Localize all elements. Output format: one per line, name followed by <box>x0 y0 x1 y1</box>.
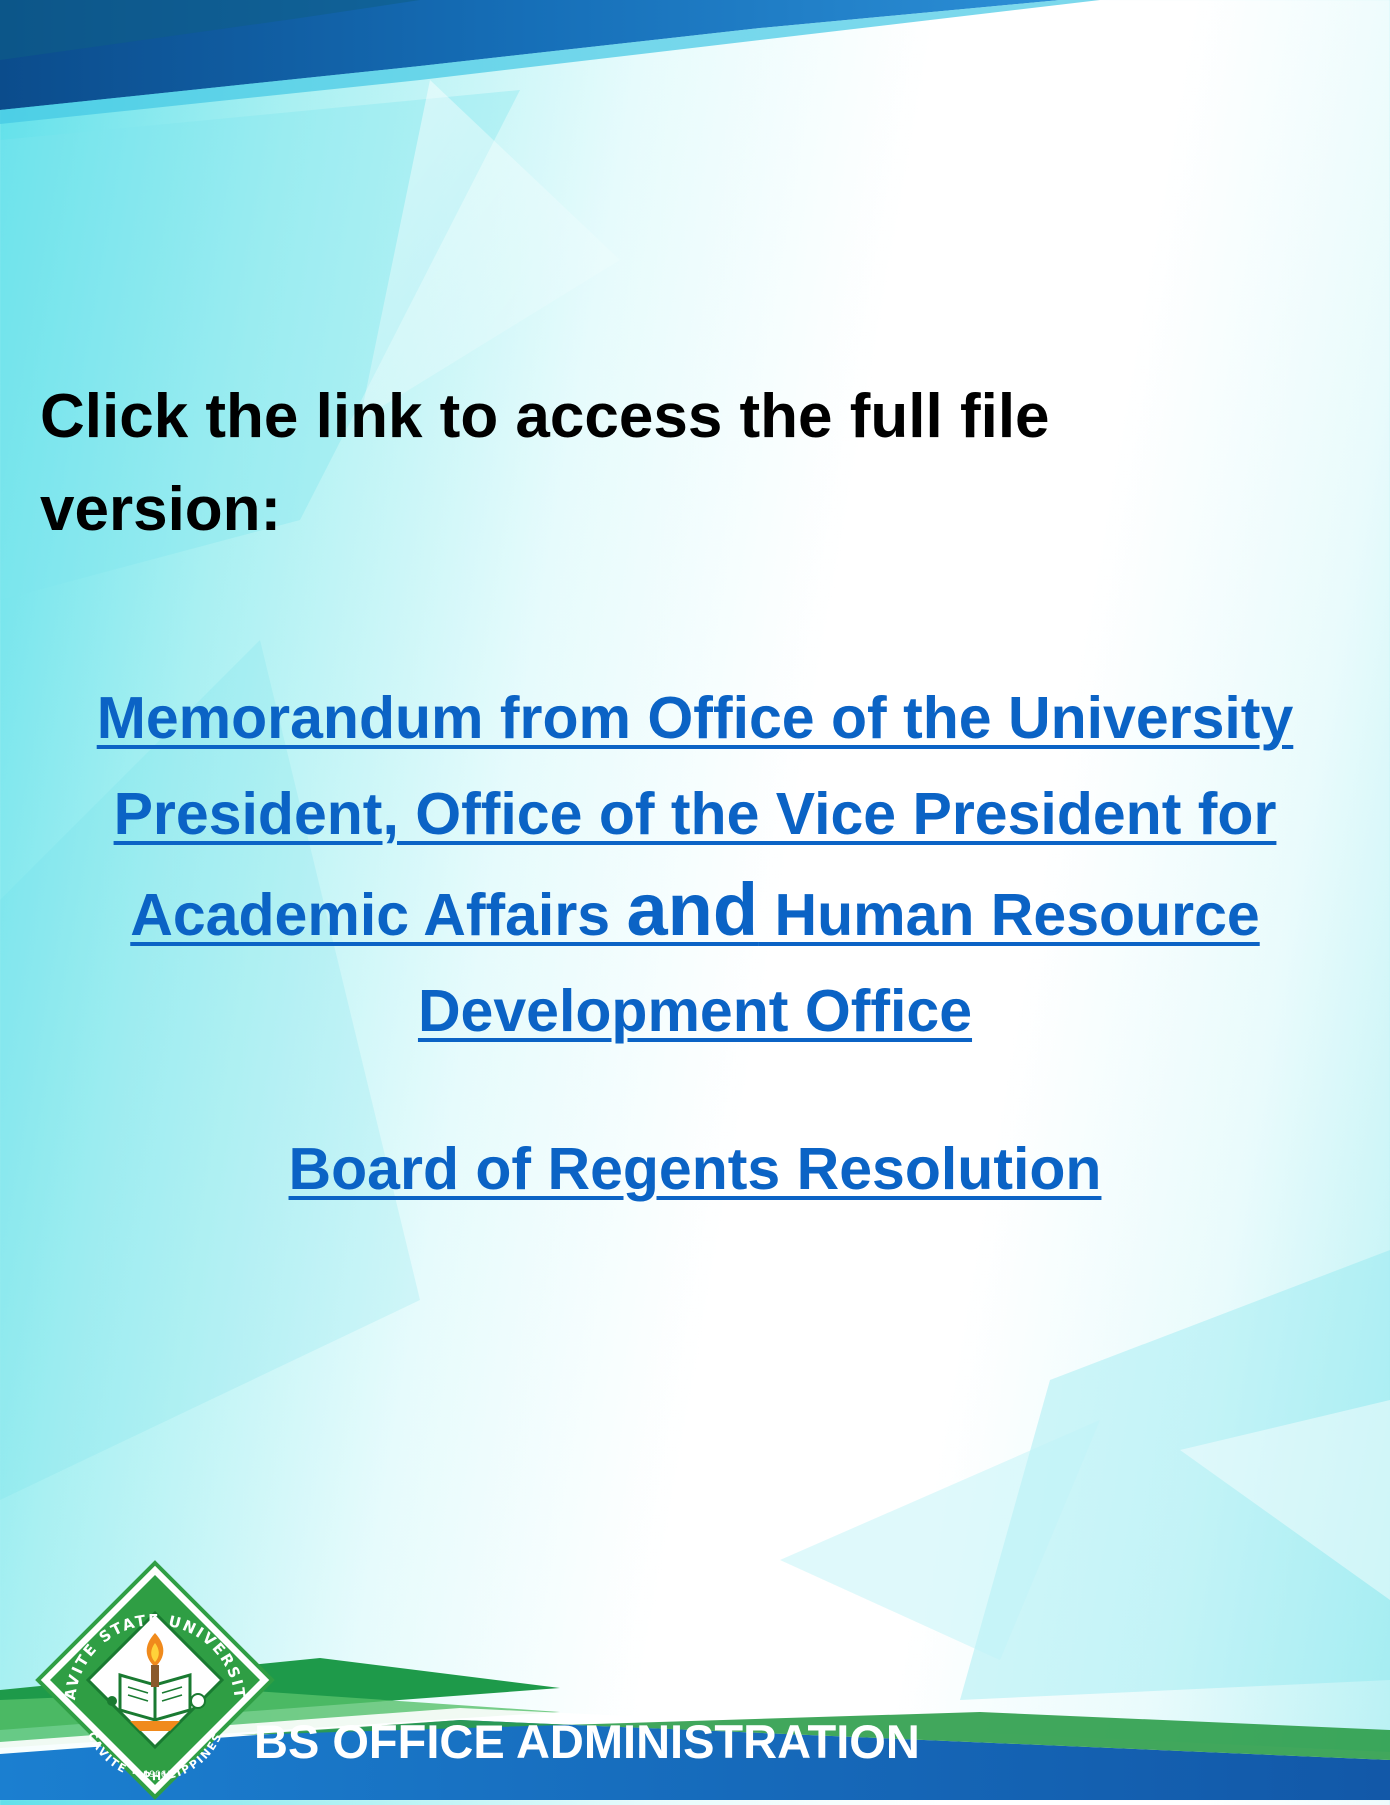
memorandum-link[interactable]: Memorandum from Office of the University… <box>40 670 1350 1059</box>
link-list: Memorandum from Office of the University… <box>40 670 1350 1217</box>
instruction-text: Click the link to access the full file v… <box>40 382 1050 544</box>
memorandum-link-and: and <box>626 868 759 951</box>
page-content: Click the link to access the full file v… <box>0 0 1390 1800</box>
program-title: BS OFFICE ADMINISTRATION <box>254 1715 920 1768</box>
university-seal-icon: CAVITE STATE UNIVERSITY CAVITE · PHILIPP… <box>30 1555 275 1800</box>
board-of-regents-link[interactable]: Board of Regents Resolution <box>40 1121 1350 1217</box>
svg-text:1906: 1906 <box>144 1770 167 1780</box>
